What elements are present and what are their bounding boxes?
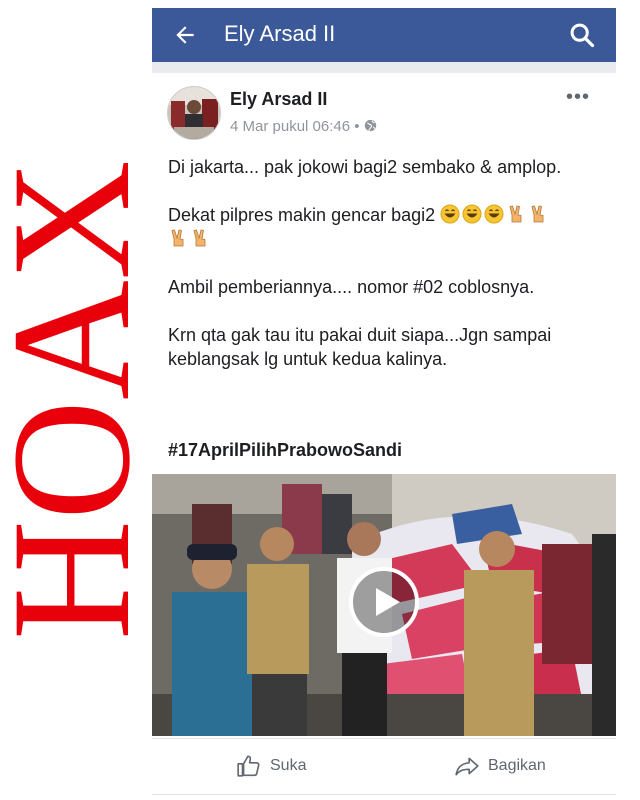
play-button-icon[interactable] (348, 566, 420, 638)
post-hashtag[interactable]: #17AprilPilihPrabowoSandi (168, 440, 402, 461)
page-title: Ely Arsad II (224, 21, 336, 46)
share-arrow-icon (455, 757, 479, 776)
post-line-2: Dekat pilpres makin gencar bagi2 (168, 203, 608, 251)
victory-hand-emoji-icon (193, 229, 206, 247)
post-line-2-text: Dekat pilpres makin gencar bagi2 (168, 205, 436, 225)
post-line-3: Ambil pemberiannya.... nomor #02 coblosn… (168, 277, 535, 297)
victory-hand-emoji-icon (509, 205, 522, 223)
post-line-1: Di jakarta... pak jokowi bagi2 sembako &… (168, 157, 562, 177)
grinning-sweat-emoji-icon (484, 204, 504, 224)
actions-divider-top (152, 738, 616, 739)
victory-hand-emoji-icon (531, 205, 544, 223)
post-meta: 4 Mar pukul 06:46 • (230, 118, 377, 135)
more-options-icon[interactable]: ••• (566, 86, 590, 109)
share-label: Bagikan (488, 757, 546, 774)
grinning-sweat-emoji-icon (462, 204, 482, 224)
meta-dot: • (354, 118, 364, 135)
video-thumbnail[interactable] (152, 474, 616, 736)
avatar[interactable] (167, 86, 221, 140)
hoax-label: HOAX (0, 160, 150, 640)
like-label: Suka (270, 757, 307, 774)
hoax-stamp: HOAX (0, 160, 150, 640)
post-author[interactable]: Ely Arsad II (230, 89, 327, 110)
app-bar: Ely Arsad II (152, 8, 616, 62)
thumbs-up-icon (237, 755, 260, 777)
victory-hand-emoji-icon (171, 229, 184, 247)
post-line-4: Krn qta gak tau itu pakai duit siapa...J… (168, 325, 552, 369)
back-arrow-icon[interactable] (172, 22, 198, 48)
search-icon[interactable] (568, 21, 596, 49)
share-button[interactable]: Bagikan (454, 752, 546, 780)
actions-divider-bottom (152, 794, 616, 795)
grinning-sweat-emoji-icon (440, 204, 460, 224)
like-button[interactable]: Suka (236, 752, 306, 780)
post-timestamp[interactable]: 4 Mar pukul 06:46 (230, 118, 350, 135)
post-body: Di jakarta... pak jokowi bagi2 sembako &… (168, 155, 608, 395)
globe-icon (364, 119, 376, 132)
feed-divider (152, 62, 616, 73)
